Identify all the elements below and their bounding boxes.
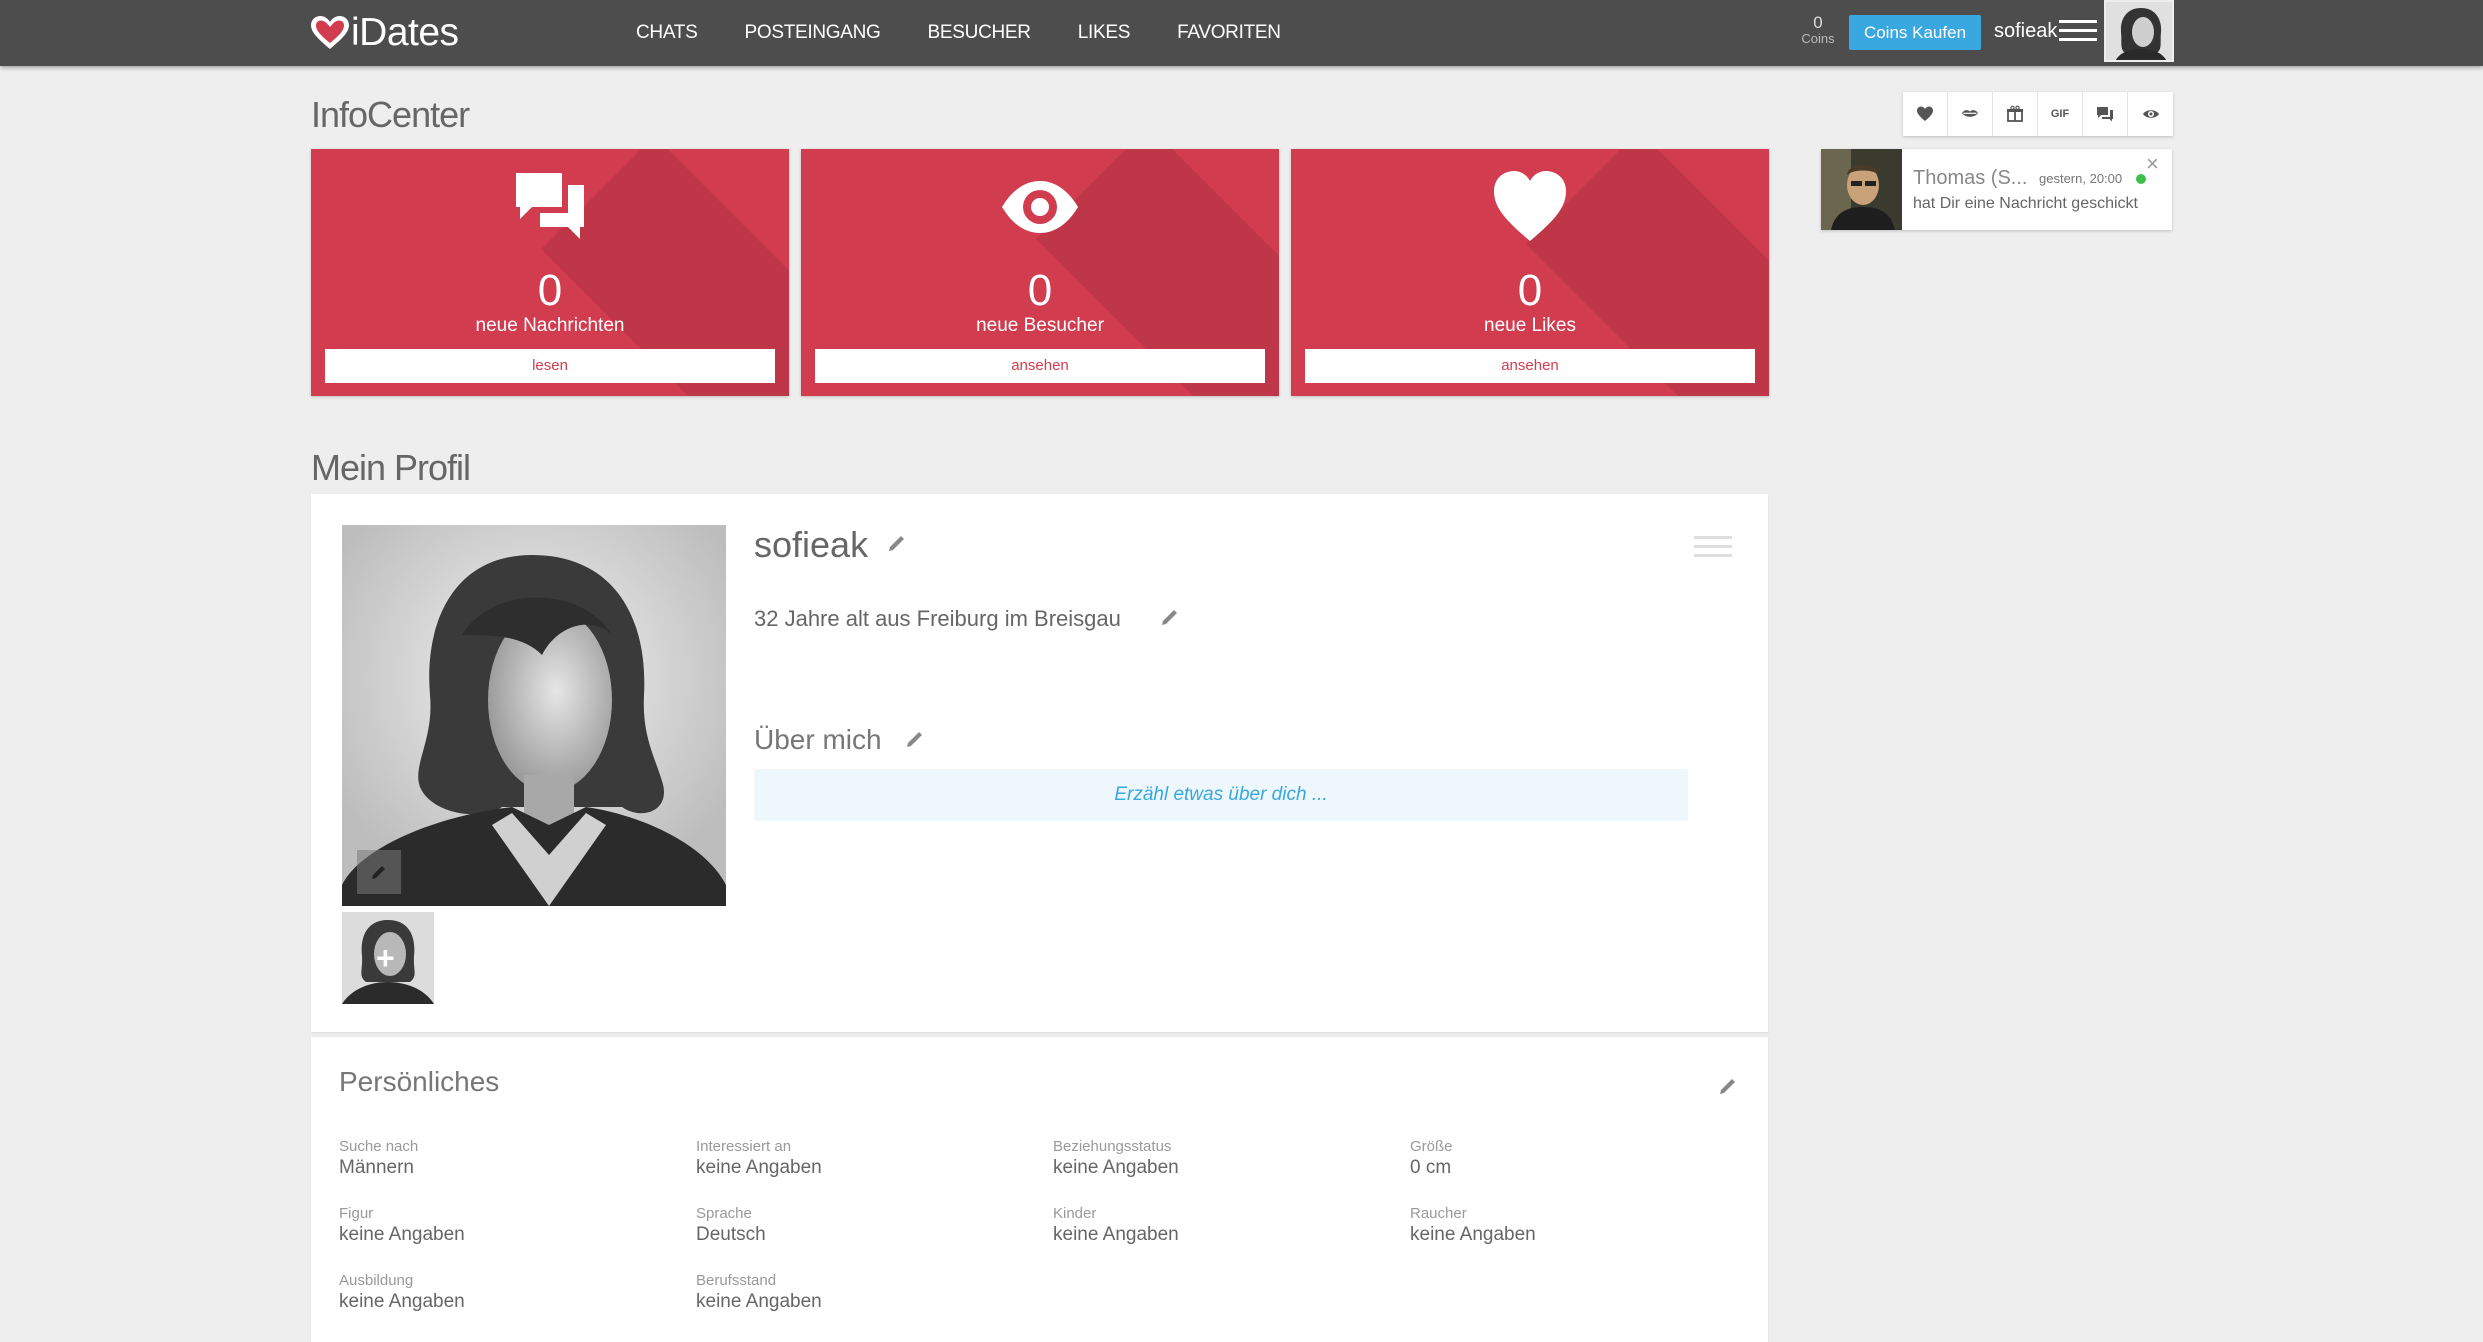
edit-personal-pencil-icon[interactable] [1717,1075,1739,1097]
eye-icon[interactable] [2128,92,2173,136]
edit-about-pencil-icon[interactable] [904,728,926,750]
visitors-count: 0 [1027,266,1053,315]
likes-count: 0 [1517,266,1543,315]
edit-location-pencil-icon[interactable] [1159,606,1181,628]
nav-posteingang[interactable]: POSTEINGANG [744,22,880,44]
online-status-icon [2136,174,2146,184]
field-raucher: Raucher keine Angaben [1410,1205,1536,1245]
field-sprache: Sprache Deutsch [696,1205,766,1245]
field-ausbildung: Ausbildung keine Angaben [339,1272,465,1312]
close-icon[interactable]: × [2146,153,2159,175]
personal-heading: Persönliches [339,1066,500,1097]
visitors-label: neue Besucher [976,315,1104,336]
kiss-icon[interactable] [1948,92,1993,136]
likes-label: neue Likes [1484,315,1576,336]
main-nav: CHATS POSTEINGANG BESUCHER LIKES FAVORIT… [636,0,1328,66]
nav-chats[interactable]: CHATS [636,22,698,44]
nav-username[interactable]: sofieak [1994,20,2057,43]
profile-section-title: Mein Profil [311,447,471,488]
coins-value: 0 [1813,13,1823,32]
profile-photo[interactable] [342,525,726,906]
view-visitors-button[interactable]: ansehen [815,349,1265,383]
field-interessiert-an: Interessiert an keine Angaben [696,1138,822,1178]
gift-icon[interactable] [1993,92,2038,136]
card-messages: 0 neue Nachrichten lesen [311,149,789,396]
user-avatar[interactable] [2104,0,2174,62]
nav-favoriten[interactable]: FAVORITEN [1177,22,1281,44]
chat-bubbles-icon [516,173,584,239]
heart-icon [1494,171,1566,241]
add-photo-thumbnail[interactable]: + [342,912,434,1004]
messages-count: 0 [537,266,563,315]
field-figur: Figur keine Angaben [339,1205,465,1245]
quick-actions-toolbar: GIF [1903,92,2173,136]
coins-counter[interactable]: 0 Coins [1795,14,1841,46]
nav-besucher[interactable]: BESUCHER [928,22,1031,44]
message-notification[interactable]: Thomas (S... gestern, 20:00 hat Dir eine… [1821,149,2172,230]
about-me-heading: Über mich [754,724,882,755]
plus-icon: + [376,940,395,976]
coins-label: Coins [1801,31,1835,46]
read-messages-button[interactable]: lesen [325,349,775,383]
edit-username-pencil-icon[interactable] [886,532,908,554]
profile-age-location: 32 Jahre alt aus Freiburg im Breisgau [754,606,1121,631]
gif-icon[interactable]: GIF [2038,92,2083,136]
eye-icon [1002,181,1078,233]
infocenter-title: InfoCenter [311,94,470,135]
top-navbar: iDates CHATS POSTEINGANG BESUCHER LIKES … [0,0,2483,66]
buy-coins-button[interactable]: Coins Kaufen [1849,15,1981,50]
field-kinder: Kinder keine Angaben [1053,1205,1179,1245]
card-visitors: 0 neue Besucher ansehen [801,149,1279,396]
sender-name: Thomas (S... [1913,167,2028,189]
profile-username: sofieak [754,524,869,565]
notification-time: gestern, 20:00 [2039,171,2123,186]
notification-message: hat Dir eine Nachricht geschickt [1913,195,2138,212]
field-groesse: Größe 0 cm [1410,1138,1453,1178]
nav-likes[interactable]: LIKES [1078,22,1131,44]
profile-options-menu-icon[interactable] [1694,536,1732,563]
brand-name: iDates [351,11,459,54]
heart-logo-icon [311,16,349,49]
heart-icon[interactable] [1903,92,1948,136]
menu-icon[interactable] [2059,20,2097,44]
sender-avatar [1821,149,1902,230]
personal-panel [311,1037,1768,1342]
chat-icon[interactable] [2083,92,2128,136]
about-me-input[interactable]: Erzähl etwas über dich ... [754,769,1688,821]
field-berufsstand: Berufsstand keine Angaben [696,1272,822,1312]
field-suche-nach: Suche nach Männern [339,1138,419,1178]
card-likes: 0 neue Likes ansehen [1291,149,1769,396]
logo[interactable]: iDates [311,8,459,58]
messages-label: neue Nachrichten [475,315,625,336]
view-likes-button[interactable]: ansehen [1305,349,1755,383]
edit-photo-button[interactable] [357,850,401,894]
field-beziehungsstatus: Beziehungsstatus keine Angaben [1053,1138,1179,1178]
pencil-icon [372,866,385,879]
